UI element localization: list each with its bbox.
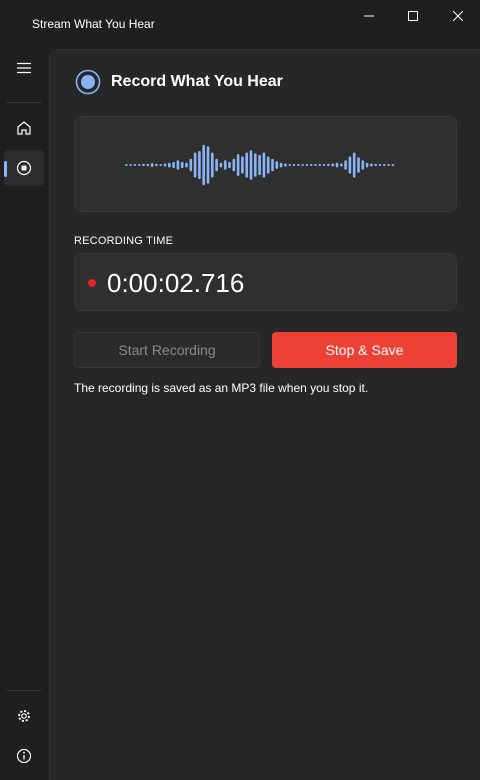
title-bar[interactable]: Stream What You Hear — [0, 0, 480, 48]
waveform-bar — [232, 158, 236, 172]
waveform-bar — [142, 163, 145, 167]
info-icon — [16, 748, 32, 764]
waveform-bar — [292, 164, 296, 166]
waveform-bar — [150, 163, 154, 167]
waveform-bar — [284, 163, 287, 167]
waveform-bar — [340, 163, 343, 167]
waveform-bar — [163, 163, 167, 167]
waveform-bar — [193, 152, 197, 178]
waveform-bar — [185, 162, 188, 168]
waveform-bar — [391, 164, 395, 166]
nav-divider — [6, 102, 42, 103]
app-window: Stream What You Hear Record What You Hea… — [0, 0, 480, 780]
waveform-bar — [357, 157, 360, 173]
waveform-bar — [301, 164, 304, 166]
record-icon — [16, 160, 32, 176]
waveform-bar — [322, 164, 326, 166]
save-note: The recording is saved as an MP3 file wh… — [74, 381, 369, 395]
waveform-bar — [211, 152, 214, 178]
waveform-bar — [215, 158, 218, 172]
waveform-bar — [352, 152, 356, 178]
waveform-bar — [159, 164, 162, 166]
waveform-bar — [125, 164, 128, 166]
waveform-bar — [275, 161, 279, 169]
start-recording-button[interactable]: Start Recording — [74, 332, 260, 368]
waveform-bar — [219, 162, 223, 168]
waveform-bar — [344, 160, 347, 170]
waveform-bar — [228, 161, 231, 169]
waveform-bar — [189, 158, 193, 172]
waveform-bar — [137, 164, 141, 166]
waveform-bar — [223, 160, 227, 170]
waveform-bar — [236, 154, 240, 176]
waveform-bar — [374, 163, 377, 167]
waveform-bar — [335, 162, 339, 168]
waveform-bar — [365, 162, 369, 168]
home-icon — [17, 121, 31, 135]
waveform-bar — [198, 151, 201, 180]
waveform-bar — [314, 164, 317, 166]
waveform-bar — [133, 164, 137, 166]
waveform-bar — [348, 156, 352, 174]
gear-icon — [18, 710, 30, 722]
waveform-bar — [288, 164, 291, 166]
waveform-bar — [305, 164, 309, 166]
stop-and-save-button[interactable]: Stop & Save — [272, 332, 457, 368]
waveform-bar — [172, 161, 175, 169]
waveform-bar — [331, 163, 334, 167]
waveform-bar — [262, 152, 266, 178]
waveform-card — [74, 116, 457, 212]
selection-indicator — [4, 161, 7, 177]
waveform-bar — [241, 156, 244, 174]
menu-button[interactable] — [4, 50, 44, 86]
waveform-bar — [202, 144, 205, 186]
recording-time-label: RECORDING TIME — [74, 235, 174, 247]
nav-item-record[interactable] — [4, 150, 44, 186]
waveform-bar — [254, 153, 257, 177]
waveform-bar — [318, 164, 322, 166]
waveform-bar — [206, 146, 210, 184]
waveform-bar — [245, 152, 248, 178]
waveform-bar — [370, 163, 373, 167]
waveform-bar — [361, 160, 365, 170]
minimize-button[interactable] — [347, 0, 391, 32]
waveform-bar — [279, 162, 283, 168]
waveform-bar — [180, 161, 184, 169]
waveform-bar — [258, 154, 261, 176]
menu-icon — [17, 62, 31, 74]
waveform-bar — [176, 160, 180, 170]
waveform-bar — [146, 163, 150, 167]
close-icon — [453, 11, 463, 21]
waveform-bar — [168, 162, 171, 168]
waveform-bar — [297, 164, 300, 166]
waveform-bar — [309, 164, 313, 166]
waveform-bar — [129, 164, 132, 166]
maximize-icon — [408, 11, 418, 21]
waveform-bar — [378, 164, 382, 166]
recording-timer: 0:00:02.716 — [74, 253, 457, 311]
window-title: Stream What You Hear — [32, 17, 155, 31]
record-icon — [75, 69, 101, 95]
maximize-button[interactable] — [391, 0, 435, 32]
waveform-bar — [266, 156, 270, 174]
waveform-bar — [327, 163, 330, 167]
navigation-rail — [0, 48, 48, 780]
recording-indicator — [88, 279, 96, 287]
nav-item-home[interactable] — [4, 110, 44, 146]
waveform-bar — [387, 164, 390, 166]
content-pane: Record What You Hear RECORDING TIME 0:00… — [49, 49, 480, 780]
recording-time-value: 0:00:02.716 — [107, 268, 245, 298]
page-title: Record What You Hear — [111, 73, 283, 90]
close-button[interactable] — [436, 0, 480, 32]
minimize-icon — [364, 15, 374, 17]
nav-item-about[interactable] — [4, 738, 44, 774]
waveform-bar — [383, 164, 386, 166]
nav-item-settings[interactable] — [4, 698, 44, 734]
waveform-bar — [155, 163, 158, 167]
waveform-bar — [249, 150, 253, 180]
waveform-bar — [271, 158, 274, 172]
waveform-visualizer — [125, 144, 395, 186]
nav-divider — [6, 690, 42, 691]
